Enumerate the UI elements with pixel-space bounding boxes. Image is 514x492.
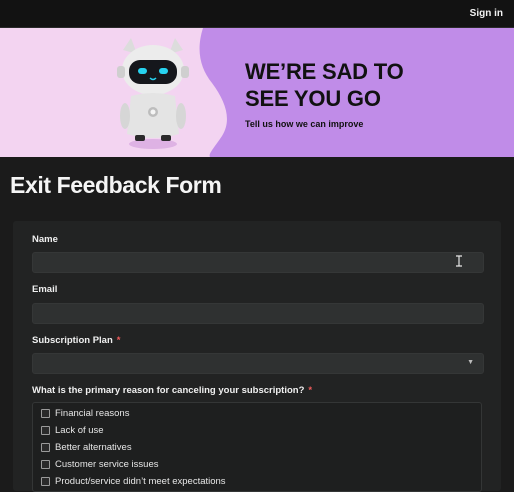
hero-banner: WE’RE SAD TO SEE YOU GO Tell us how we c… [0,28,514,157]
top-bar: Sign in [0,0,514,28]
reason-option-expectations[interactable]: Product/service didn’t meet expectations [41,476,226,487]
banner-headline: WE’RE SAD TO SEE YOU GO [245,58,505,112]
reason-option-better-alternatives[interactable]: Better alternatives [41,442,132,453]
chevron-down-icon: ▼ [467,359,474,366]
reason-option-label: Financial reasons [55,408,130,419]
reason-option-label: Lack of use [55,425,104,436]
checkbox[interactable] [41,443,50,452]
reason-option-lack-of-use[interactable]: Lack of use [41,425,104,436]
email-field[interactable] [32,303,484,324]
cancel-reason-label: What is the primary reason for canceling… [32,385,312,396]
required-asterisk: * [116,335,121,346]
sign-in-link[interactable]: Sign in [470,8,503,19]
checkbox[interactable] [41,426,50,435]
reason-option-label: Customer service issues [55,459,159,470]
reason-option-label: Better alternatives [55,442,132,453]
reason-option-label: Product/service didn’t meet expectations [55,476,226,487]
name-field[interactable] [32,252,484,273]
subscription-plan-label: Subscription Plan * [32,335,120,346]
page-title: Exit Feedback Form [10,172,222,198]
subscription-plan-label-text: Subscription Plan [32,335,113,346]
cancel-reason-label-text: What is the primary reason for canceling… [32,385,305,396]
banner-subline: Tell us how we can improve [245,119,364,129]
required-asterisk: * [308,385,313,396]
email-label: Email [32,284,58,295]
headline-line-1: WE’RE SAD TO [245,59,404,84]
reason-option-customer-service[interactable]: Customer service issues [41,459,158,470]
text-cursor-icon [456,255,462,267]
checkbox[interactable] [41,460,50,469]
checkbox[interactable] [41,409,50,418]
headline-line-2: SEE YOU GO [245,86,381,111]
robot-mascot-illustration [117,38,189,149]
reason-option-financial[interactable]: Financial reasons [41,408,129,419]
subscription-plan-select[interactable]: ▼ [32,353,484,374]
checkbox[interactable] [41,477,50,486]
name-label: Name [32,234,58,245]
cancel-reason-options: Financial reasons Lack of use Better alt… [32,402,482,492]
